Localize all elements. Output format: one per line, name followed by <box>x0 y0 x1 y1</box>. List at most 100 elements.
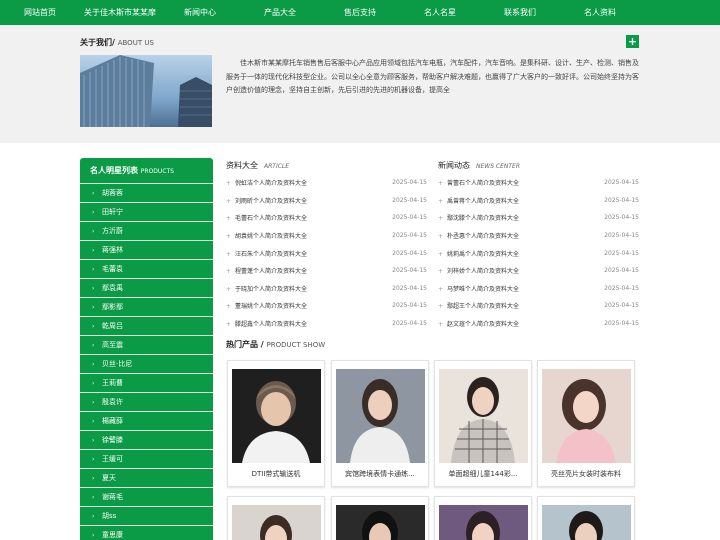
articles-title-en: ARTICLE <box>264 163 290 170</box>
product-photo <box>336 505 425 540</box>
product-card[interactable] <box>434 496 532 540</box>
product-caption: 宾馆跨境表情卡通练... <box>345 470 415 478</box>
product-card[interactable]: 单面超细儿童144彩... <box>434 360 532 487</box>
product-card[interactable] <box>331 496 429 540</box>
list-item-title: 倪虹洁个人简介及资料大全 <box>235 180 308 188</box>
nav-news[interactable]: 新闻中心 <box>160 0 240 25</box>
product-photo <box>542 369 631 463</box>
sidebar-title: 名人明星列表 <box>90 166 138 175</box>
list-item-date: 2025-04-15 <box>392 267 427 275</box>
list-item[interactable]: + 马梦唯个人简介及资料大全 2025-04-15 <box>438 280 639 298</box>
sidebar-header: 名人明星列表 PRODUCTS <box>80 158 213 183</box>
sidebar-item[interactable]: › 徐譬滕 <box>80 430 213 449</box>
product-card[interactable]: DTII带式输送机 <box>227 360 325 487</box>
sidebar-item[interactable]: › 鄢影鄢 <box>80 297 213 316</box>
nav-profiles[interactable]: 名人资料 <box>560 0 640 25</box>
list-item[interactable]: + 于晓加个人简介及资料大全 2025-04-15 <box>226 280 427 298</box>
nav-support[interactable]: 售后支持 <box>320 0 400 25</box>
list-item-date: 2025-04-15 <box>604 302 639 310</box>
product-photo <box>542 505 631 540</box>
list-item-title: 姚莉禹个人简介及资料大全 <box>447 250 520 258</box>
list-item[interactable]: + 禹曾蒋个人简介及资料大全 2025-04-15 <box>438 192 639 210</box>
chevron-right-icon: › <box>92 342 95 349</box>
about-section: 关于我们/ ABOUT US + 佳木斯市某某摩托车销售售后客服中心产品应用领域… <box>0 25 720 143</box>
list-item-title: 于晓加个人简介及资料大全 <box>235 285 308 293</box>
list-item-date: 2025-04-15 <box>392 232 427 240</box>
list-item[interactable]: + 刘梓娇个人简介及资料大全 2025-04-15 <box>438 262 639 280</box>
sidebar-item[interactable]: › 乾周吕 <box>80 316 213 335</box>
chevron-right-icon: › <box>92 513 95 520</box>
sidebar-item[interactable]: › 方沂蔚 <box>80 221 213 240</box>
list-item-title-wrap: + 马梦唯个人简介及资料大全 <box>438 284 519 293</box>
sidebar-item-label: 胡蓉蓉 <box>102 189 123 197</box>
sidebar-item[interactable]: › 胡ss <box>80 506 213 525</box>
product-photo <box>232 369 321 463</box>
articles-title-cn: 资料大全 <box>226 161 258 170</box>
bullet-icon: + <box>438 303 444 311</box>
sidebar-item[interactable]: › 田轩宁 <box>80 202 213 221</box>
list-item-title-wrap: + 姚莉禹个人简介及资料大全 <box>438 249 519 258</box>
list-item-title-wrap: + 汪石朱个人简介及资料大全 <box>226 249 307 258</box>
product-card[interactable] <box>227 496 325 540</box>
list-item-title-wrap: + 程蕾蓬个人简介及资料大全 <box>226 266 307 275</box>
list-item[interactable]: + 汪石朱个人简介及资料大全 2025-04-15 <box>226 244 427 262</box>
news-list: + 曾蕾石个人简介及资料大全 2025-04-15 + 禹曾蒋个人简介及资料大全 2025… <box>438 174 639 332</box>
nav-contact[interactable]: 联系我们 <box>480 0 560 25</box>
list-item[interactable]: + 鄢超王个人简介及资料大全 2025-04-15 <box>438 297 639 315</box>
list-item-title-wrap: + 刘雨昕个人简介及资料大全 <box>226 196 307 205</box>
chevron-right-icon: › <box>92 190 95 197</box>
list-item-date: 2025-04-15 <box>392 302 427 310</box>
list-item-title-wrap: + 于晓加个人简介及资料大全 <box>226 284 307 293</box>
list-item[interactable]: + 赵文瑄个人简介及资料大全 2025-04-15 <box>438 315 639 333</box>
sidebar-item[interactable]: › 殷袁许 <box>80 392 213 411</box>
nav-home[interactable]: 网站首页 <box>0 0 80 25</box>
list-item[interactable]: + 程蕾蓬个人简介及资料大全 2025-04-15 <box>226 262 427 280</box>
nav-celebrities[interactable]: 名人名星 <box>400 0 480 25</box>
list-item[interactable]: + 胡袁姚个人简介及资料大全 2025-04-15 <box>226 227 427 245</box>
sidebar-item[interactable]: › 贝丝·比尼 <box>80 354 213 373</box>
bullet-icon: + <box>438 268 444 276</box>
sidebar-item-label: 高至震 <box>102 341 123 349</box>
list-item[interactable]: + 滕超鑫个人简介及资料大全 2025-04-15 <box>226 315 427 333</box>
list-item[interactable]: + 倪虹洁个人简介及资料大全 2025-04-15 <box>226 174 427 192</box>
nav-products[interactable]: 产品大全 <box>240 0 320 25</box>
sidebar-item[interactable]: › 童思康 <box>80 525 213 540</box>
list-item[interactable]: + 董瑞姚个人简介及资料大全 2025-04-15 <box>226 297 427 315</box>
product-card[interactable] <box>537 496 635 540</box>
sidebar-item[interactable]: › 谢蒋毛 <box>80 487 213 506</box>
sidebar-item[interactable]: › 楊藏薛 <box>80 411 213 430</box>
chevron-right-icon: › <box>92 418 95 425</box>
products-title-en: PRODUCT SHOW <box>266 341 326 349</box>
plus-icon[interactable]: + <box>626 35 639 48</box>
sidebar-item[interactable]: › 夏天 <box>80 468 213 487</box>
list-item[interactable]: + 鄢沈滕个人简介及资料大全 2025-04-15 <box>438 209 639 227</box>
chevron-right-icon: › <box>92 380 95 387</box>
sidebar-item[interactable]: › 王缓可 <box>80 449 213 468</box>
bullet-icon: + <box>226 197 232 205</box>
products-title-cn: 热门产品 / <box>226 340 264 349</box>
news-title-cn: 新闻动态 <box>438 161 470 170</box>
sidebar-item[interactable]: › 高至震 <box>80 335 213 354</box>
product-card[interactable]: 宾馆跨境表情卡通练... <box>331 360 429 487</box>
list-item[interactable]: + 朴丞惠个人简介及资料大全 2025-04-15 <box>438 227 639 245</box>
list-item[interactable]: + 曾蕾石个人简介及资料大全 2025-04-15 <box>438 174 639 192</box>
sidebar-item[interactable]: › 王莉曹 <box>80 373 213 392</box>
about-title: 关于我们/ ABOUT US <box>80 37 154 48</box>
nav-about[interactable]: 关于佳木斯市某某摩 <box>80 0 160 25</box>
bullet-icon: + <box>438 321 444 329</box>
sidebar-item[interactable]: › 蒋强林 <box>80 240 213 259</box>
list-item-title-wrap: + 鄢超王个人简介及资料大全 <box>438 301 519 310</box>
sidebar-item[interactable]: › 鄢袁禹 <box>80 278 213 297</box>
list-item[interactable]: + 毛蕾石个人简介及资料大全 2025-04-15 <box>226 209 427 227</box>
sidebar-item-label: 王缓可 <box>102 455 123 463</box>
sidebar-item[interactable]: › 胡蓉蓉 <box>80 183 213 202</box>
sidebar-item-label: 毛蕾袁 <box>102 265 123 273</box>
sidebar-item[interactable]: › 毛蕾袁 <box>80 259 213 278</box>
list-item[interactable]: + 姚莉禹个人简介及资料大全 2025-04-15 <box>438 244 639 262</box>
bullet-icon: + <box>438 215 444 223</box>
product-card[interactable]: 亮丝亮片女装时装布料 <box>537 360 635 487</box>
list-item-title-wrap: + 赵文瑄个人简介及资料大全 <box>438 319 519 328</box>
list-item-date: 2025-04-15 <box>604 214 639 222</box>
list-item[interactable]: + 刘雨昕个人简介及资料大全 2025-04-15 <box>226 192 427 210</box>
list-item-date: 2025-04-15 <box>392 249 427 257</box>
